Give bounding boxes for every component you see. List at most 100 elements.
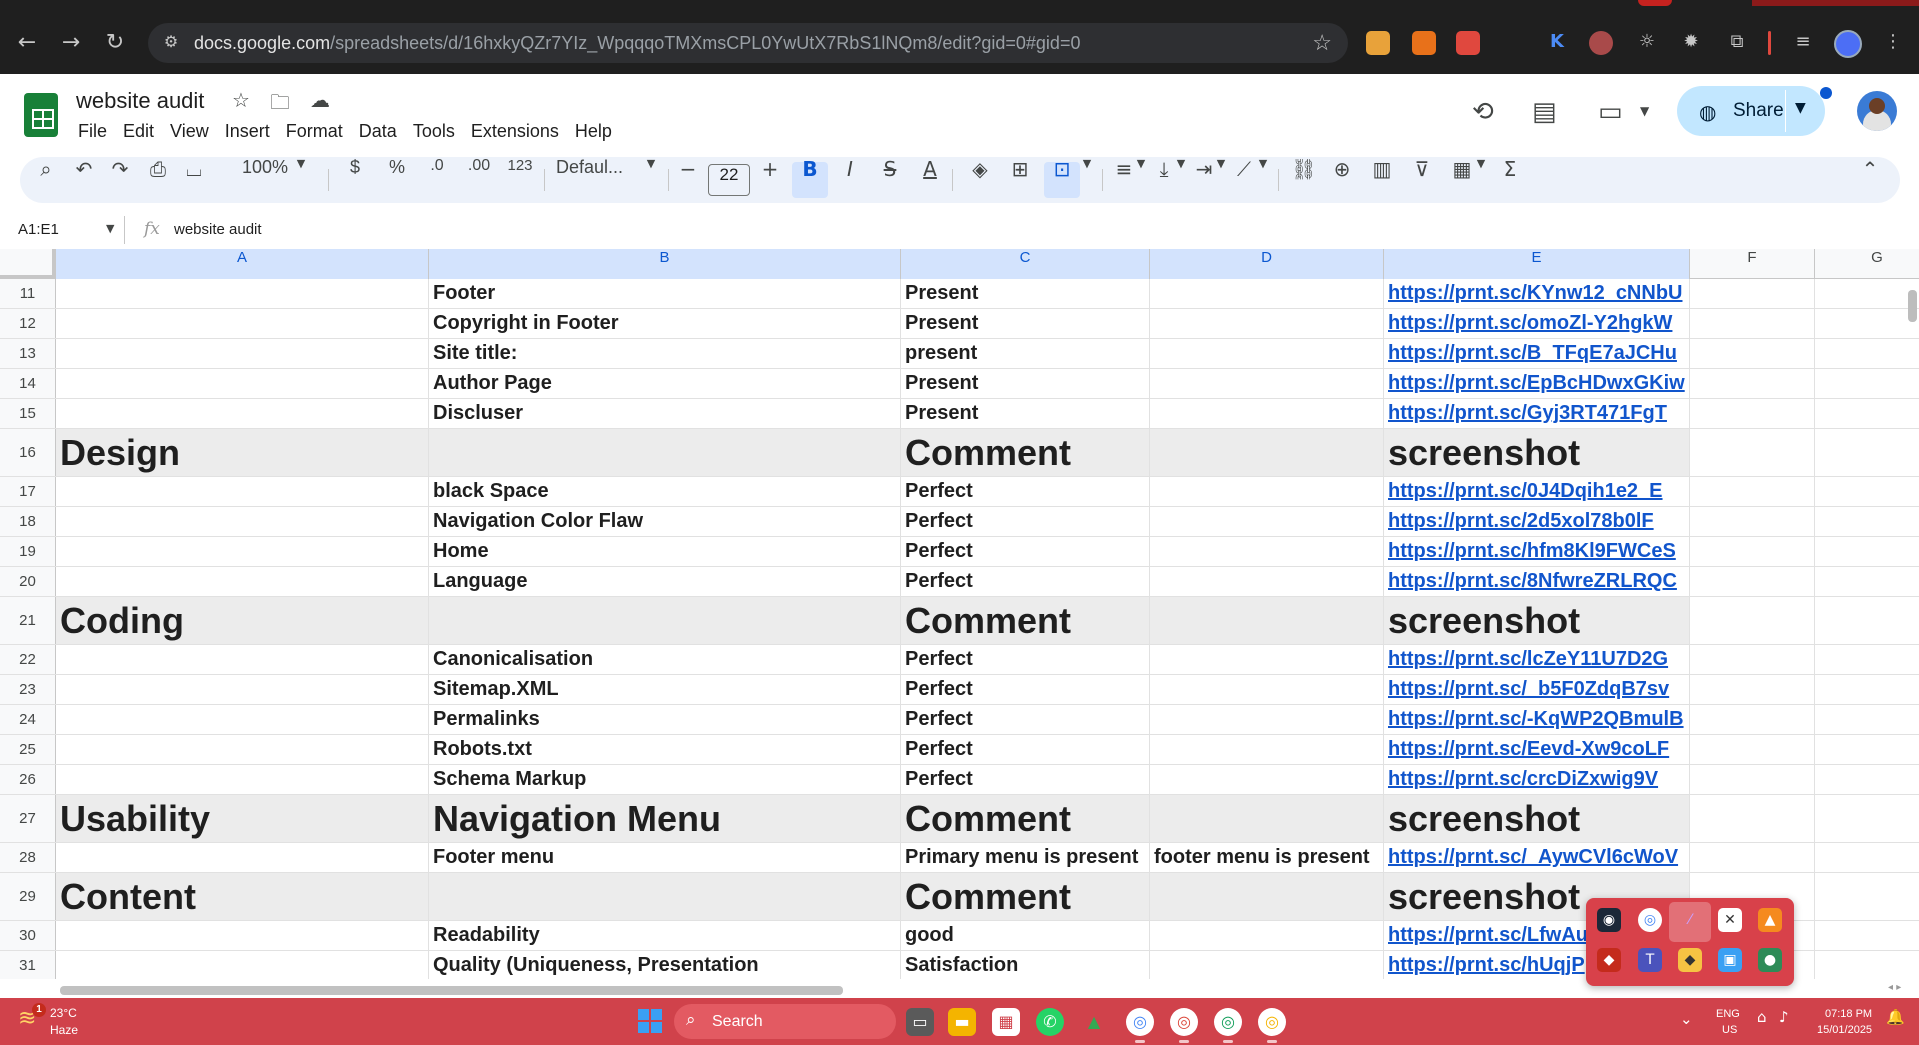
vlc-icon[interactable]: ▲	[1758, 908, 1782, 932]
cell-b[interactable]: Language	[429, 567, 901, 596]
row-number[interactable]: 20	[0, 567, 56, 596]
filter-icon[interactable]: ⊽	[1408, 157, 1436, 203]
meet-icon[interactable]: ▭	[1598, 97, 1623, 127]
cell-b[interactable]: Navigation Color Flaw	[429, 507, 901, 536]
cell-e-link[interactable]: https://prnt.sc/Gyj3RT471FgT	[1384, 399, 1690, 428]
cell-e-link[interactable]: https://prnt.sc/-KqWP2QBmulB	[1384, 705, 1690, 734]
weather-temperature[interactable]: 23°C	[50, 1006, 77, 1020]
cell-c[interactable]: Primary menu is present	[901, 843, 1150, 872]
merge-dropdown-icon[interactable]: ▼	[1080, 157, 1094, 203]
cell-e-link[interactable]: https://prnt.sc/hfm8Kl9FWCeS	[1384, 537, 1690, 566]
cell-a[interactable]	[56, 921, 429, 950]
cell-e-link[interactable]: https://prnt.sc/_b5F0ZdqB7sv	[1384, 675, 1690, 704]
cell-a[interactable]: Design	[56, 429, 429, 476]
cell-a[interactable]	[56, 675, 429, 704]
cell-c[interactable]: Perfect	[901, 567, 1150, 596]
extension-icon[interactable]	[1589, 31, 1613, 55]
cell-e[interactable]: screenshot	[1384, 597, 1690, 644]
font-select[interactable]: Defaul...	[556, 157, 650, 203]
cell-a[interactable]	[56, 765, 429, 794]
cell-d[interactable]	[1150, 795, 1384, 842]
select-all-corner[interactable]	[0, 249, 56, 279]
cell-e[interactable]: screenshot	[1384, 429, 1690, 476]
cell-b[interactable]: Footer	[429, 279, 901, 308]
cell-d[interactable]	[1150, 567, 1384, 596]
share-button[interactable]: ◍ Share ▼	[1677, 86, 1825, 136]
halign-dropdown-icon[interactable]: ▼	[1134, 157, 1148, 203]
cell-a[interactable]	[56, 279, 429, 308]
percent-format-button[interactable]: %	[384, 157, 410, 203]
row-number[interactable]: 24	[0, 705, 56, 734]
row-number[interactable]: 16	[0, 429, 56, 476]
cell-f[interactable]	[1690, 477, 1815, 506]
cell-b[interactable]: Quality (Uniqueness, Presentation	[429, 951, 901, 979]
cell-a[interactable]	[56, 309, 429, 338]
italic-icon[interactable]: I	[836, 157, 864, 203]
cell-f[interactable]	[1690, 369, 1815, 398]
undo-icon[interactable]: ↶	[70, 157, 98, 203]
cell-a[interactable]	[56, 537, 429, 566]
cell-d[interactable]	[1150, 597, 1384, 644]
cell-c[interactable]: Perfect	[901, 537, 1150, 566]
cell-c[interactable]: Perfect	[901, 507, 1150, 536]
row-number[interactable]: 12	[0, 309, 56, 338]
column-header-c[interactable]: C	[901, 249, 1150, 279]
cell-e-link[interactable]: https://prnt.sc/omoZl-Y2hgkW	[1384, 309, 1690, 338]
teams-icon[interactable]: T	[1638, 948, 1662, 972]
cell-f[interactable]	[1690, 429, 1815, 476]
formula-input[interactable]: website audit	[174, 221, 262, 238]
meet-dropdown-icon[interactable]: ▼	[1640, 104, 1649, 118]
cell-g[interactable]	[1815, 369, 1919, 398]
cell-b[interactable]: black Space	[429, 477, 901, 506]
cell-e-link[interactable]: https://prnt.sc/2d5xol78b0lF	[1384, 507, 1690, 536]
file-explorer-icon[interactable]: ▬	[948, 1008, 976, 1036]
menu-format[interactable]: Format	[278, 120, 351, 142]
clock-time[interactable]: 07:18 PM	[1825, 1008, 1872, 1020]
row-number[interactable]: 13	[0, 339, 56, 368]
cell-d[interactable]	[1150, 873, 1384, 920]
insert-link-icon[interactable]: ⛓	[1290, 157, 1318, 203]
number-format-button[interactable]: 123	[502, 157, 538, 203]
cell-g[interactable]	[1815, 507, 1919, 536]
cell-b[interactable]: Canonicalisation	[429, 645, 901, 674]
font-dropdown-icon[interactable]: ▼	[644, 157, 658, 203]
star-icon[interactable]: ☆	[232, 88, 250, 112]
steam-icon[interactable]: ◉	[1597, 908, 1621, 932]
cell-g[interactable]	[1815, 645, 1919, 674]
cell-d[interactable]	[1150, 399, 1384, 428]
cell-a[interactable]: Usability	[56, 795, 429, 842]
cell-d[interactable]	[1150, 735, 1384, 764]
network-icon[interactable]: ⌂	[1757, 1008, 1767, 1026]
menu-help[interactable]: Help	[567, 120, 620, 142]
cell-d[interactable]	[1150, 369, 1384, 398]
cell-e-link[interactable]: https://prnt.sc/0J4Dqih1e2_E	[1384, 477, 1690, 506]
bold-icon[interactable]: B	[796, 157, 824, 203]
site-info-icon[interactable]: ⚙	[160, 32, 182, 54]
cell-b[interactable]: Readability	[429, 921, 901, 950]
cell-a[interactable]	[56, 735, 429, 764]
cell-g[interactable]	[1815, 399, 1919, 428]
cell-f[interactable]	[1690, 537, 1815, 566]
cell-g[interactable]	[1815, 279, 1919, 308]
cell-e-link[interactable]: https://prnt.sc/crcDiZxwig9V	[1384, 765, 1690, 794]
cell-f[interactable]	[1690, 765, 1815, 794]
cell-c[interactable]: Perfect	[901, 645, 1150, 674]
cell-b[interactable]: Footer menu	[429, 843, 901, 872]
row-number[interactable]: 21	[0, 597, 56, 644]
column-header-f[interactable]: F	[1690, 249, 1815, 279]
decrease-font-size-icon[interactable]: −	[676, 157, 700, 203]
menu-data[interactable]: Data	[351, 120, 405, 142]
cell-d[interactable]: footer menu is present	[1150, 843, 1384, 872]
cell-c[interactable]: Perfect	[901, 735, 1150, 764]
whatsapp-icon[interactable]: ✆	[1036, 1008, 1064, 1036]
extension-icon[interactable]	[1366, 31, 1390, 55]
table-view-icon[interactable]: ▦	[1448, 157, 1476, 203]
cell-d[interactable]	[1150, 507, 1384, 536]
chrome-icon[interactable]: ◎	[1214, 1008, 1242, 1036]
horizontal-scrollbar[interactable]	[60, 986, 843, 995]
cell-c[interactable]: Comment	[901, 597, 1150, 644]
cell-g[interactable]	[1815, 537, 1919, 566]
cell-a[interactable]	[56, 645, 429, 674]
extensions-puzzle-icon[interactable]: ⧉	[1724, 29, 1750, 55]
cell-g[interactable]	[1815, 675, 1919, 704]
